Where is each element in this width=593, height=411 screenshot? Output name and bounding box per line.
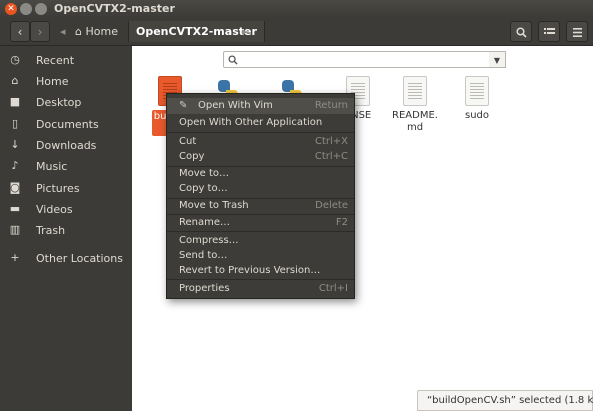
search-button[interactable]	[510, 21, 532, 42]
menu-button[interactable]	[566, 21, 588, 42]
menu-item-copy[interactable]: Copy Ctrl+C	[167, 149, 354, 165]
sidebar-item-label: Music	[36, 160, 68, 173]
trash-icon: ▥	[9, 223, 21, 236]
menu-item-label: Open With Vim	[198, 100, 273, 111]
sidebar-item-other-locations[interactable]: + Other Locations	[0, 249, 132, 269]
sidebar-item-label: Documents	[36, 118, 99, 131]
status-bar: “buildOpenCV.sh” selected (1.8 kB)	[417, 390, 593, 411]
sidebar-item-label: Videos	[36, 203, 73, 216]
menu-item-label: Revert to Previous Version…	[179, 265, 321, 276]
chevron-right-icon: ›	[37, 25, 43, 39]
title-bar: ✕ OpenCVTX2-master	[0, 0, 593, 18]
sidebar-item-music[interactable]: ♪ Music	[0, 157, 132, 177]
window-title: OpenCVTX2-master	[54, 2, 175, 15]
path-home-label: Home	[85, 25, 118, 38]
sidebar-item-trash[interactable]: ▥ Trash	[0, 221, 132, 241]
path-scroll-right[interactable]: ▸	[242, 21, 252, 42]
forward-button[interactable]: ›	[30, 21, 50, 42]
minimize-window-button[interactable]	[20, 3, 32, 15]
file-item-readme[interactable]: README. md	[383, 76, 447, 134]
menu-item-label: Move to Trash	[179, 200, 249, 211]
sidebar-item-label: Pictures	[36, 182, 80, 195]
sidebar-item-recent[interactable]: ◷ Recent	[0, 51, 132, 71]
path-home-button[interactable]: ⌂ Home	[75, 21, 118, 42]
menu-item-properties[interactable]: Properties Ctrl+I	[167, 281, 354, 297]
menu-item-revert[interactable]: Revert to Previous Version…	[167, 263, 354, 279]
menu-item-open-with-other[interactable]: Open With Other Application	[167, 115, 354, 131]
menu-item-label: Properties	[179, 283, 230, 294]
sidebar-item-documents[interactable]: ▯ Documents	[0, 115, 132, 135]
menu-item-move-to-trash[interactable]: Move to Trash Delete	[167, 198, 354, 214]
sidebar-item-desktop[interactable]: ■ Desktop	[0, 93, 132, 113]
menu-item-copy-to[interactable]: Copy to…	[167, 181, 354, 197]
menu-item-label: Cut	[179, 136, 197, 147]
menu-item-label: Move to…	[179, 168, 230, 179]
list-view-icon	[543, 28, 555, 34]
view-options-button[interactable]	[538, 21, 560, 42]
sidebar-item-downloads[interactable]: ↓ Downloads	[0, 136, 132, 156]
menu-item-cut[interactable]: Cut Ctrl+X	[167, 134, 354, 150]
document-icon: ▯	[11, 117, 19, 130]
text-file-icon	[403, 76, 427, 106]
chevron-left-icon: ‹	[17, 25, 23, 39]
search-dropdown-button[interactable]: ▼	[489, 51, 506, 68]
close-window-button[interactable]: ✕	[5, 3, 17, 15]
sidebar: ◷ Recent ⌂ Home ■ Desktop ▯ Documents ↓ …	[0, 46, 132, 411]
menu-item-label: Open With Other Application	[179, 117, 323, 128]
search-icon	[228, 55, 238, 65]
back-button[interactable]: ‹	[10, 21, 30, 42]
menu-item-send-to[interactable]: Send to…	[167, 248, 354, 264]
menu-item-label: Copy to…	[179, 183, 228, 194]
sidebar-item-label: Recent	[36, 54, 75, 67]
sidebar-item-label: Trash	[36, 224, 66, 237]
search-input[interactable]	[223, 51, 506, 68]
vim-icon: ✎	[179, 100, 188, 111]
menu-item-shortcut: Delete	[315, 200, 348, 211]
menu-item-shortcut: Ctrl+I	[318, 283, 348, 294]
hamburger-menu-icon	[572, 28, 582, 37]
file-name: README. md	[392, 110, 438, 133]
menu-item-compress[interactable]: Compress…	[167, 233, 354, 249]
context-menu: ✎ Open With Vim Return Open With Other A…	[166, 93, 355, 299]
menu-item-label: Send to…	[179, 250, 228, 261]
sidebar-item-label: Desktop	[36, 96, 82, 109]
music-icon: ♪	[11, 159, 19, 172]
sidebar-item-label: Downloads	[36, 139, 97, 152]
clock-icon: ◷	[10, 53, 20, 66]
chevron-down-icon: ▼	[493, 56, 501, 65]
menu-item-shortcut: F2	[335, 217, 348, 228]
home-icon: ⌂	[11, 74, 19, 87]
menu-item-open-with-vim[interactable]: ✎ Open With Vim Return	[167, 98, 354, 114]
video-icon: ▬	[9, 202, 21, 215]
sidebar-item-videos[interactable]: ▬ Videos	[0, 200, 132, 220]
menu-item-label: Rename…	[179, 217, 231, 228]
sidebar-item-home[interactable]: ⌂ Home	[0, 72, 132, 92]
search-icon	[515, 27, 527, 38]
menu-separator	[167, 231, 354, 232]
home-icon: ⌂	[75, 25, 82, 38]
menu-item-shortcut: Ctrl+C	[314, 151, 348, 162]
path-scroll-left[interactable]: ◂	[60, 21, 70, 42]
sidebar-item-pictures[interactable]: ◙ Pictures	[0, 179, 132, 199]
menu-item-label: Copy	[179, 151, 205, 162]
menu-item-label: Compress…	[179, 235, 239, 246]
toolbar: ‹ › ◂ ⌂ Home OpenCVTX2-master ▸	[0, 18, 593, 46]
menu-separator	[167, 279, 354, 280]
plus-icon: +	[10, 251, 20, 264]
menu-item-shortcut: Ctrl+X	[314, 136, 348, 147]
menu-separator	[167, 132, 354, 133]
sidebar-item-label: Home	[36, 75, 69, 88]
sidebar-item-label: Other Locations	[36, 252, 123, 265]
menu-item-rename[interactable]: Rename… F2	[167, 215, 354, 231]
menu-item-shortcut: Return	[314, 100, 348, 111]
folder-icon: ■	[9, 95, 21, 108]
menu-item-move-to[interactable]: Move to…	[167, 166, 354, 182]
file-item-sudo[interactable]: sudo	[445, 76, 509, 122]
download-icon: ↓	[10, 138, 20, 151]
text-file-icon	[465, 76, 489, 106]
camera-icon: ◙	[9, 181, 21, 194]
file-name: sudo	[464, 110, 489, 121]
maximize-window-button[interactable]	[35, 3, 47, 15]
